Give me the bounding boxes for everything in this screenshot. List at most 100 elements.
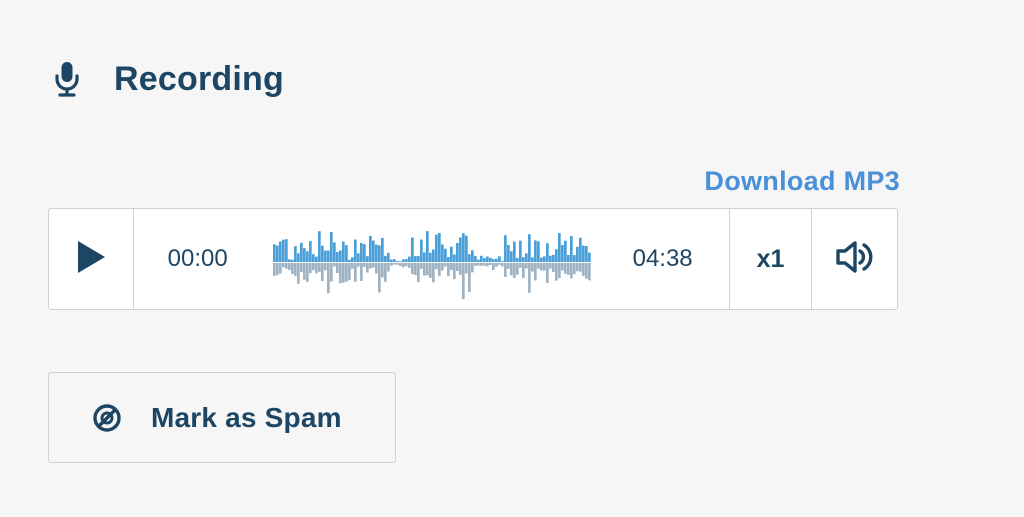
waveform-bar-bottom (488, 263, 492, 265)
waveform-bar-bottom (473, 263, 477, 266)
waveform-bar-bottom (401, 263, 405, 268)
download-mp3-link[interactable]: Download MP3 (704, 166, 900, 197)
waveform-bar-bottom (419, 263, 423, 269)
duration-time: 04:38 (632, 245, 693, 272)
waveform-bar-top (347, 259, 351, 262)
waveform-bar-bottom (428, 263, 432, 278)
waveform-bar-bottom (557, 263, 561, 279)
waveform-bar-top (581, 245, 585, 262)
waveform-bar-bottom (566, 263, 570, 275)
waveform-bar-bottom (332, 263, 336, 267)
waveform-bar-top (296, 253, 300, 262)
waveform-bar-top (545, 243, 549, 262)
waveform-bar-bottom (272, 263, 276, 277)
waveform-bar-bottom (521, 263, 525, 279)
waveform-bar-bottom (530, 263, 534, 272)
waveform-bar-bottom (293, 263, 297, 276)
waveform-bar-bottom (317, 263, 321, 272)
audio-player: 00:00 04:38 x1 (48, 208, 898, 310)
waveform-bar-top (395, 260, 399, 262)
waveform-bar-top (548, 255, 552, 262)
waveform-bar-top (437, 232, 441, 262)
waveform-bar-bottom (440, 263, 444, 271)
waveform-bar-top (317, 231, 321, 262)
waveform-bar-bottom (437, 263, 441, 277)
waveform-bar-top (434, 234, 438, 262)
waveform-bar-top (488, 257, 492, 262)
waveform-bar-bottom (323, 263, 327, 271)
waveform-bar-bottom (335, 263, 339, 274)
play-icon (76, 240, 106, 279)
waveform-bar-bottom (527, 263, 531, 293)
recording-panel: Recording Download MP3 00:00 04:38 x1 Ma… (0, 0, 1024, 517)
waveform-bar-bottom (377, 263, 381, 293)
waveform-bar-bottom (278, 263, 282, 274)
waveform-bar-bottom (422, 263, 426, 276)
waveform-bar-top (563, 240, 567, 262)
waveform-bar-top (476, 259, 480, 262)
waveform-bar-top (425, 231, 429, 262)
waveform-bar-bottom (509, 263, 513, 276)
waveform-bar-top (464, 235, 468, 262)
spam-button-label: Mark as Spam (151, 401, 342, 433)
waveform-bar-top (536, 241, 540, 262)
waveform-bar-bottom (464, 263, 468, 274)
waveform-bar-top (407, 256, 411, 262)
waveform-bar-bottom (347, 263, 351, 281)
waveform-bar-bottom (467, 263, 471, 292)
waveform-bar-bottom (458, 263, 462, 275)
waveform-bar-top (446, 256, 450, 262)
waveform-bar-top (416, 256, 420, 262)
volume-button[interactable] (812, 209, 897, 309)
waveform-bar-top (473, 256, 477, 262)
waveform-bar-top (350, 257, 354, 262)
waveform-bar-top (353, 239, 357, 262)
waveform-bar-bottom (404, 263, 408, 267)
waveform-bar-bottom (476, 263, 480, 266)
waveform-bar-bottom (587, 263, 591, 281)
waveform-bar-bottom (482, 263, 486, 266)
waveform-bar-bottom (359, 263, 363, 281)
section-title: Recording (114, 59, 284, 98)
waveform-bar-top (539, 257, 543, 262)
waveform-bar-top (311, 254, 315, 262)
waveform-bar-bottom (500, 263, 504, 267)
waveform-bar-bottom (338, 263, 342, 284)
waveform-bar-top (323, 250, 327, 262)
waveform-bar-top (281, 239, 285, 262)
waveform-bar-top (326, 250, 330, 262)
waveform-bar-top (386, 252, 390, 262)
waveform-bar-top (329, 232, 333, 262)
waveform-bar-bottom (362, 263, 366, 267)
waveform-bar-bottom (545, 263, 549, 283)
waveform-bar-top (389, 259, 393, 262)
waveform-bar-top (368, 235, 372, 262)
waveform-bar-bottom (344, 263, 348, 282)
waveform-bar-top (278, 241, 282, 262)
waveform-bar-top (455, 242, 459, 262)
play-button[interactable] (49, 209, 134, 309)
waveform-bar-bottom (584, 263, 588, 279)
waveform-bar-top (332, 242, 336, 262)
waveform-bar-bottom (563, 263, 567, 274)
waveform-bar-top (335, 251, 339, 262)
waveform-bar-bottom (581, 263, 585, 276)
playback-speed-button[interactable]: x1 (730, 209, 813, 309)
waveform-bar-top (527, 234, 531, 262)
waveform-bar-bottom (512, 263, 516, 278)
waveform-bar-top (512, 241, 516, 262)
waveform-bar-bottom (515, 263, 519, 275)
mark-as-spam-button[interactable]: Mark as Spam (48, 372, 396, 463)
waveform-bar-bottom (371, 263, 375, 268)
current-time: 00:00 (167, 245, 228, 272)
waveform-bar-top (410, 237, 414, 262)
waveform-bar-bottom (281, 263, 285, 268)
waveform-bar-bottom (455, 263, 459, 272)
waveform-bar-top (290, 259, 294, 262)
waveform-bar-bottom (380, 263, 384, 278)
waveform-bar-top (377, 245, 381, 262)
waveform-bar-top (521, 257, 525, 262)
waveform-scrubber[interactable] (272, 209, 591, 309)
waveform-bar-top (554, 249, 558, 262)
waveform-bar-top (341, 241, 345, 262)
